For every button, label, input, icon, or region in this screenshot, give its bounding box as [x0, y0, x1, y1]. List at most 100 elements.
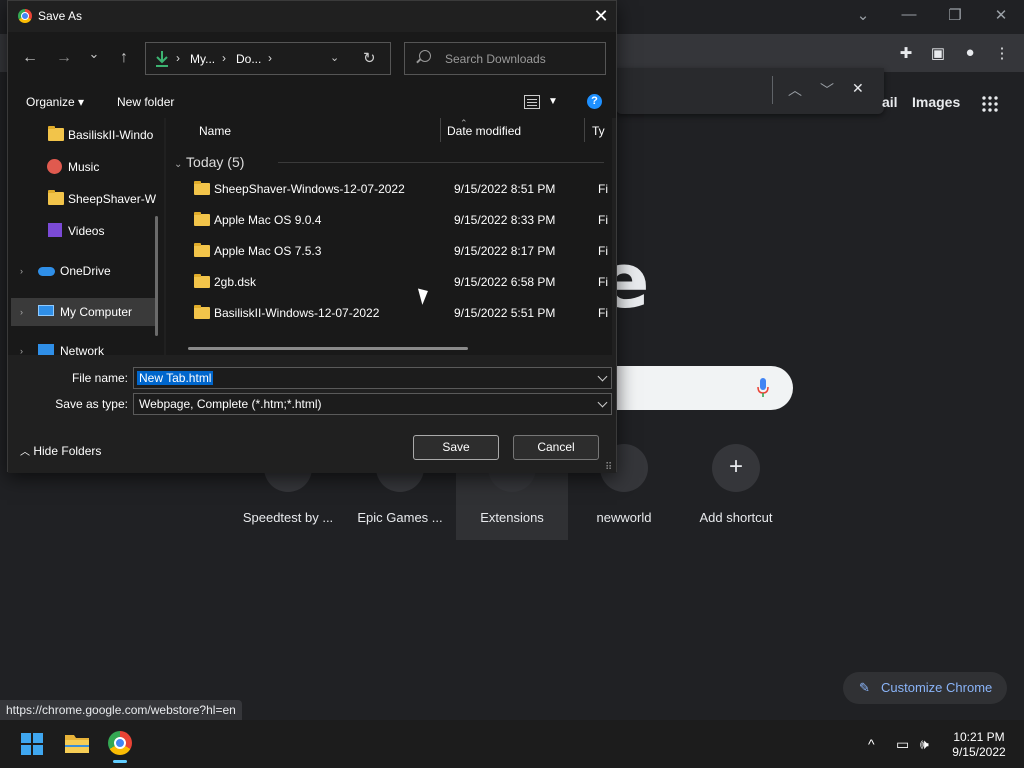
volume-icon[interactable]: 🕪 [920, 736, 929, 753]
cloud-icon [38, 267, 55, 276]
address-bar[interactable]: › My... › Do... › ⌄ ↻ [145, 42, 391, 75]
find-close-icon[interactable]: ✕ [852, 80, 864, 97]
expand-chevron-icon[interactable]: › [20, 346, 23, 355]
resize-grip-icon[interactable]: ⠿ [605, 462, 612, 473]
find-next-icon[interactable]: ﹀ [820, 80, 834, 100]
address-dropdown-icon[interactable]: ⌄ [330, 51, 339, 64]
hide-folders-toggle[interactable]: ︿ Hide Folders [20, 443, 101, 458]
start-windows-icon[interactable] [21, 733, 43, 755]
breadcrumb-my-computer[interactable]: My... [190, 52, 215, 66]
nav-item-label: SheepShaver-W [68, 192, 157, 206]
clock-date: 9/15/2022 [952, 745, 1006, 759]
search-downloads-input[interactable]: Search Downloads [404, 42, 606, 75]
nav-item-music[interactable]: Music [8, 153, 164, 181]
file-explorer-icon[interactable] [64, 732, 90, 754]
file-row[interactable]: SheepShaver-Windows-12-07-2022 9/15/2022… [186, 176, 608, 204]
find-prev-icon[interactable]: ︿ [788, 80, 802, 100]
nav-pane-scrollbar[interactable] [155, 216, 158, 336]
save-type-select[interactable]: Webpage, Complete (*.htm;*.html) [133, 393, 612, 415]
organize-menu[interactable]: Organize ▾ [26, 95, 84, 109]
file-name-value: New Tab.html [137, 371, 214, 385]
nav-item-label: Music [68, 160, 100, 174]
file-type: Fi [598, 182, 608, 196]
refresh-icon[interactable]: ↻ [363, 49, 376, 67]
file-name-label: File name: [71, 371, 128, 385]
extensions-puzzle-icon[interactable]: ✚ [896, 44, 916, 62]
minimize-button[interactable]: — [898, 6, 920, 23]
file-name-input[interactable]: New Tab.html [133, 367, 612, 389]
collapse-chevron-icon[interactable]: ⌄ [174, 159, 182, 170]
shortcut-label: Extensions [480, 510, 544, 525]
gmail-link[interactable]: ail [882, 94, 898, 110]
breadcrumb-downloads[interactable]: Do... [236, 52, 261, 66]
clock-time: 10:21 PM [953, 730, 1005, 744]
file-row[interactable]: Apple Mac OS 7.5.3 9/15/2022 8:17 PM Fi [186, 238, 608, 266]
help-icon[interactable]: ? [587, 94, 602, 109]
file-date: 9/15/2022 8:51 PM [454, 182, 556, 196]
save-type-dropdown-icon[interactable] [597, 397, 608, 408]
profile-icon[interactable]: ● [960, 44, 980, 62]
chrome-taskbar-icon[interactable] [108, 731, 132, 755]
nav-item-my-computer[interactable]: › My Computer [11, 298, 156, 326]
music-icon [47, 159, 62, 174]
shortcut-label: Add shortcut [699, 510, 773, 525]
recent-locations-chevron-icon[interactable]: ⌄ [84, 46, 104, 62]
column-divider[interactable] [584, 118, 585, 142]
nav-item-label: Videos [68, 224, 105, 238]
column-name-header[interactable]: Name [199, 124, 231, 138]
search-placeholder: Search Downloads [445, 52, 546, 66]
view-dropdown-icon[interactable]: ▼ [548, 96, 558, 107]
images-link[interactable]: Images [912, 94, 960, 110]
save-button[interactable]: Save [413, 435, 499, 460]
save-as-dialog: Save As ✕ ← → ⌄ ↑ › My... › Do... › ⌄ ↻ … [7, 0, 617, 473]
file-row[interactable]: Apple Mac OS 9.0.4 9/15/2022 8:33 PM Fi [186, 207, 608, 235]
cancel-button[interactable]: Cancel [513, 435, 599, 460]
expand-chevron-icon[interactable]: › [20, 307, 23, 317]
shortcut-add[interactable]: + Add shortcut [680, 444, 792, 540]
microphone-icon[interactable] [757, 378, 769, 398]
folder-icon [194, 305, 210, 319]
new-folder-button[interactable]: New folder [117, 95, 174, 109]
column-date-header[interactable]: Date modified [447, 124, 521, 138]
tab-search-icon[interactable]: ⌄ [852, 6, 874, 24]
apps-grid-icon[interactable] [981, 95, 999, 113]
nav-item-network[interactable]: › Network [8, 337, 164, 355]
nav-item-basilisk[interactable]: BasiliskII-Windo [8, 121, 164, 149]
group-header-today[interactable]: ⌄ Today (5) [174, 154, 244, 170]
file-row[interactable]: 2gb.dsk 9/15/2022 6:58 PM Fi [186, 269, 608, 297]
customize-chrome-button[interactable]: ✎ Customize Chrome [843, 672, 1007, 704]
back-arrow-icon[interactable]: ← [20, 49, 40, 67]
dialog-close-button[interactable]: ✕ [590, 5, 612, 27]
column-divider[interactable] [440, 118, 441, 142]
group-divider [278, 162, 604, 163]
network-tray-icon[interactable]: ▭ [896, 736, 909, 753]
video-icon [48, 223, 62, 237]
nav-item-onedrive[interactable]: › OneDrive [8, 257, 164, 285]
customize-label: Customize Chrome [881, 680, 993, 695]
nav-item-sheepshaver[interactable]: SheepShaver-W [8, 185, 164, 213]
shortcut-label: Speedtest by ... [242, 510, 334, 525]
file-list: Name ⌃ Date modified Ty ⌄ Today (5) Shee… [166, 118, 612, 355]
column-type-header[interactable]: Ty [592, 124, 605, 138]
file-type: Fi [598, 306, 608, 320]
expand-chevron-icon[interactable]: › [20, 266, 23, 276]
file-name-dropdown-icon[interactable] [597, 371, 608, 382]
taskbar-clock[interactable]: 10:21 PM 9/15/2022 [944, 730, 1014, 760]
window-close-button[interactable]: ✕ [990, 6, 1012, 24]
folder-icon [194, 212, 210, 226]
forward-arrow-icon[interactable]: → [54, 49, 74, 67]
tray-chevron-icon[interactable]: ^ [868, 736, 875, 752]
file-list-hscrollbar[interactable] [188, 347, 468, 350]
folder-icon [48, 190, 64, 205]
restore-button[interactable]: ❐ [944, 6, 966, 24]
up-arrow-icon[interactable]: ↑ [114, 49, 134, 67]
pencil-icon: ✎ [859, 680, 870, 695]
find-bar-divider [772, 76, 773, 104]
shortcut-label: newworld [596, 510, 652, 525]
status-bubble-url: https://chrome.google.com/webstore?hl=en [0, 700, 242, 720]
view-options-icon[interactable] [524, 95, 540, 109]
chrome-menu-icon[interactable]: ⋮ [992, 44, 1012, 62]
file-row[interactable]: BasiliskII-Windows-12-07-2022 9/15/2022 … [186, 300, 608, 328]
nav-item-videos[interactable]: Videos [8, 217, 164, 245]
side-panel-icon[interactable]: ▣ [928, 44, 948, 62]
